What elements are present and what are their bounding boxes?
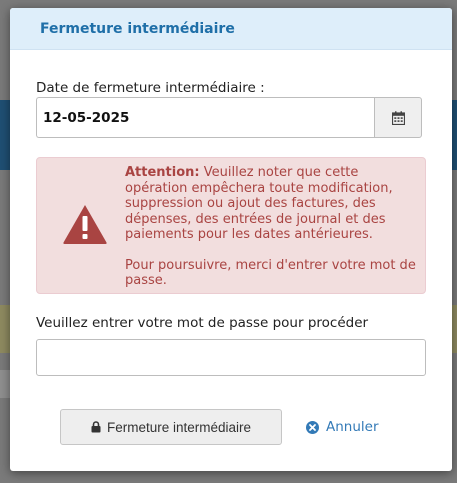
lock-icon bbox=[91, 421, 101, 433]
date-label: Date de fermeture intermédiaire : bbox=[36, 80, 265, 96]
password-input[interactable] bbox=[36, 339, 426, 376]
warning-triangle-icon bbox=[63, 205, 107, 244]
date-input[interactable] bbox=[36, 97, 374, 138]
alert-footer: Pour poursuivre, merci d'entrer votre mo… bbox=[125, 257, 416, 289]
modal-title: Fermeture intermédiaire bbox=[40, 21, 235, 37]
submit-label: Fermeture intermédiaire bbox=[106, 419, 252, 435]
alert-text: Attention: Veuillez noter que cette opér… bbox=[125, 165, 420, 289]
alert-heading: Attention: bbox=[125, 165, 200, 180]
closing-modal: Fermeture intermédiaire Date de fermetur… bbox=[10, 8, 452, 471]
background-row bbox=[0, 370, 10, 398]
alert-paragraph: Attention: Veuillez noter que cette opér… bbox=[125, 165, 420, 243]
times-circle-icon bbox=[306, 420, 319, 434]
modal-header: Fermeture intermédiaire bbox=[10, 8, 452, 50]
cancel-button[interactable]: Annuler bbox=[306, 416, 379, 438]
date-picker bbox=[36, 97, 422, 138]
cancel-label: Annuler bbox=[326, 419, 379, 435]
warning-alert: Attention: Veuillez noter que cette opér… bbox=[36, 157, 426, 294]
calendar-icon bbox=[391, 110, 405, 125]
background-bar-left bbox=[0, 100, 10, 170]
password-label: Veuillez entrer votre mot de passe pour … bbox=[36, 315, 369, 331]
calendar-button[interactable] bbox=[374, 97, 422, 138]
background-notice-left bbox=[0, 305, 10, 353]
intermediate-closing-button[interactable]: Fermeture intermédiaire bbox=[60, 409, 282, 445]
